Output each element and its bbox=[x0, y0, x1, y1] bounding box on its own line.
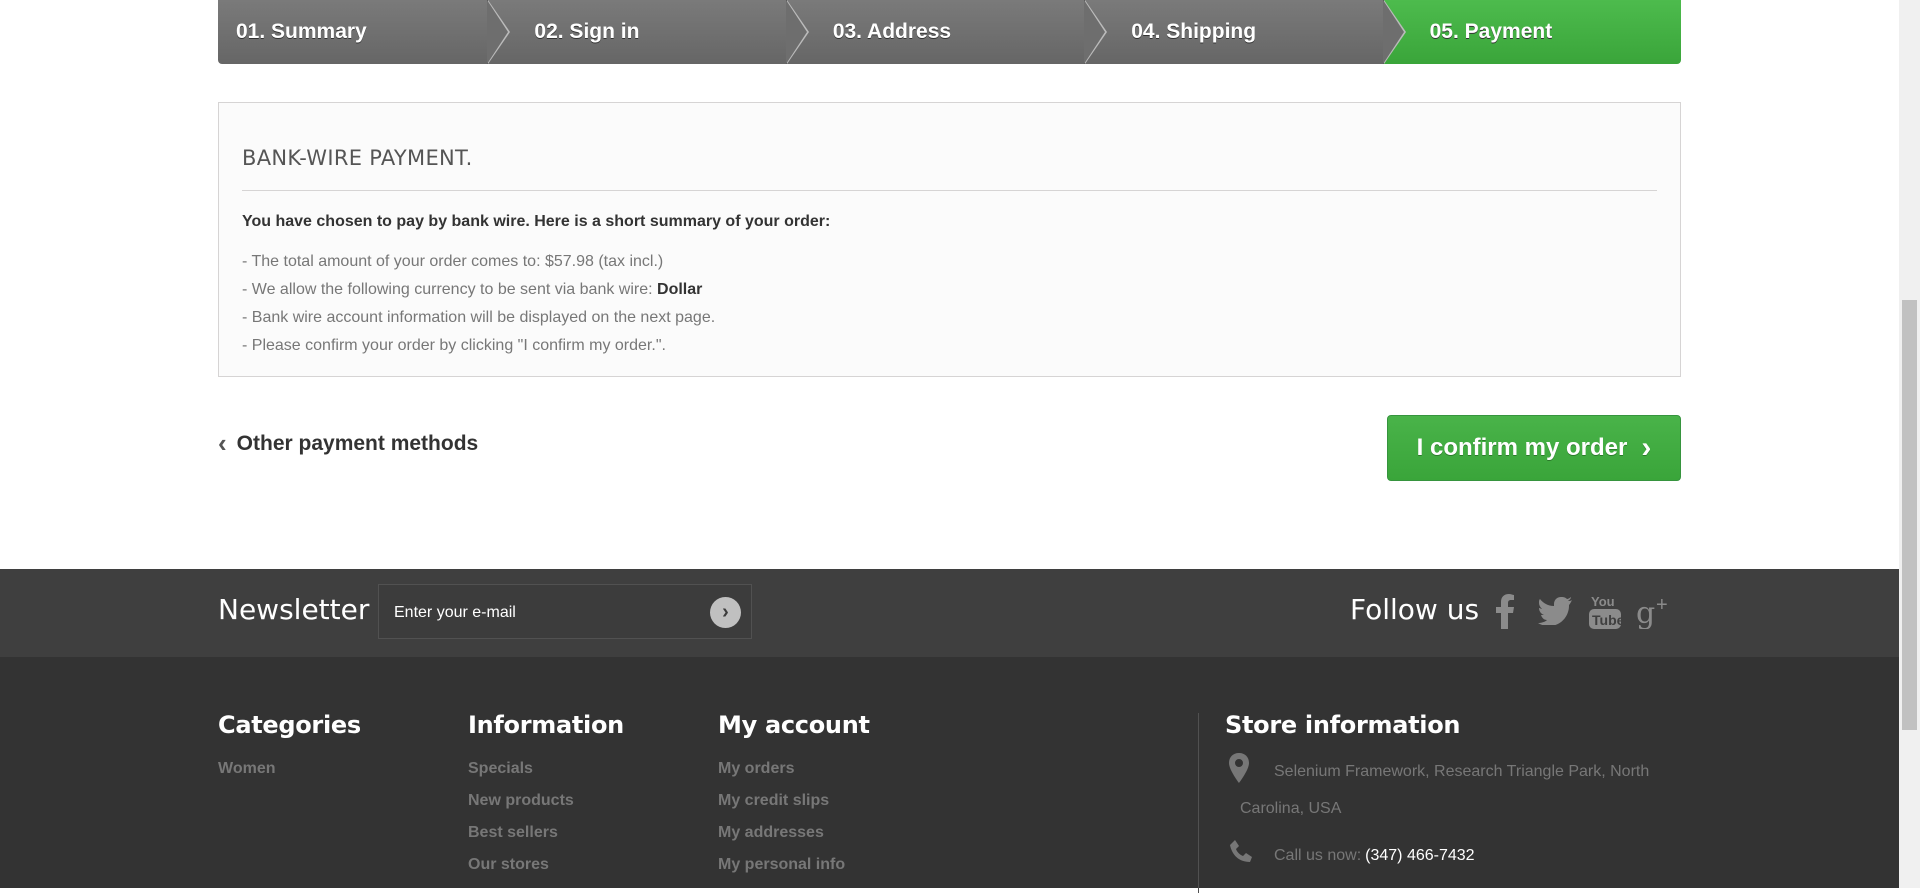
currency-value: Dollar bbox=[657, 281, 703, 298]
step-label: 01. Summary bbox=[236, 20, 367, 43]
store-divider bbox=[1198, 713, 1199, 893]
summary-confirm-line: - Please confirm your order by clicking … bbox=[242, 337, 666, 354]
footer-categories: Categories Women bbox=[218, 711, 361, 785]
footer-store-info: Store information Selenium Framework, Re… bbox=[1225, 711, 1680, 872]
twitter-icon[interactable] bbox=[1535, 591, 1575, 631]
footer-link-my-credit-slips[interactable]: My credit slips bbox=[718, 785, 870, 817]
checkout-steps: 01. Summary 02. Sign in 03. Address 04. … bbox=[218, 0, 1681, 64]
bank-wire-summary-box: BANK-WIRE PAYMENT. You have chosen to pa… bbox=[218, 102, 1681, 377]
footer-link-my-personal-info[interactable]: My personal info bbox=[718, 849, 870, 881]
back-link-label: Other payment methods bbox=[236, 431, 479, 455]
svg-text:Tube: Tube bbox=[1592, 612, 1622, 628]
chevron-right-icon: › bbox=[1641, 431, 1652, 464]
newsletter-submit-icon[interactable]: › bbox=[710, 597, 741, 628]
step-summary[interactable]: 01. Summary bbox=[218, 0, 511, 64]
footer-link-our-stores[interactable]: Our stores bbox=[468, 849, 624, 881]
footer-account-title: My account bbox=[718, 711, 870, 739]
store-address-row: Selenium Framework, Research Triangle Pa… bbox=[1225, 753, 1680, 827]
step-sign-in[interactable]: 02. Sign in bbox=[488, 0, 810, 64]
store-phone-number: (347) 466-7432 bbox=[1365, 846, 1475, 864]
phone-icon bbox=[1229, 839, 1259, 872]
currency-prefix: - We allow the following currency to be … bbox=[242, 281, 658, 298]
store-info-title: Store information bbox=[1225, 711, 1461, 739]
newsletter-email-input[interactable] bbox=[379, 585, 696, 640]
store-address: Selenium Framework, Research Triangle Pa… bbox=[1240, 763, 1650, 817]
step-payment: 05. Payment bbox=[1383, 0, 1681, 64]
call-us-label: Call us now: bbox=[1274, 846, 1362, 864]
summary-total-line: - The total amount of your order comes t… bbox=[242, 253, 664, 270]
summary-account-info-line: - Bank wire account information will be … bbox=[242, 309, 716, 326]
footer-link-new-products[interactable]: New products bbox=[468, 785, 624, 817]
confirm-order-button[interactable]: I confirm my order › bbox=[1387, 415, 1681, 481]
google-plus-icon[interactable]: g + bbox=[1635, 591, 1675, 631]
summary-currency-line: - We allow the following currency to be … bbox=[242, 276, 1657, 304]
footer-link-my-addresses[interactable]: My addresses bbox=[718, 817, 870, 849]
step-address[interactable]: 03. Address bbox=[786, 0, 1108, 64]
newsletter-strip: Newsletter › Follow us You Tube g+ bbox=[0, 569, 1899, 657]
footer-link-specials[interactable]: Specials bbox=[468, 753, 624, 785]
summary-intro: You have chosen to pay by bank wire. Her… bbox=[242, 213, 831, 230]
footer-information: Information Specials New products Best s… bbox=[468, 711, 624, 881]
svg-text:You: You bbox=[1591, 594, 1615, 609]
facebook-icon[interactable] bbox=[1485, 591, 1525, 631]
payment-title: BANK-WIRE PAYMENT. bbox=[242, 103, 1657, 191]
footer-categories-title: Categories bbox=[218, 711, 361, 739]
footer-link-women[interactable]: Women bbox=[218, 753, 361, 785]
step-label: 02. Sign in bbox=[534, 20, 640, 43]
scrollbar-thumb[interactable] bbox=[1902, 300, 1917, 730]
footer: Categories Women Information Specials Ne… bbox=[0, 657, 1899, 893]
youtube-icon[interactable]: You Tube bbox=[1585, 591, 1625, 631]
newsletter-title: Newsletter bbox=[218, 593, 370, 626]
store-phone-row: Call us now: (347) 466-7432 bbox=[1225, 839, 1680, 872]
follow-us-title: Follow us bbox=[1350, 593, 1480, 626]
step-label: 05. Payment bbox=[1429, 20, 1553, 43]
step-label: 04. Shipping bbox=[1131, 20, 1257, 43]
step-shipping[interactable]: 04. Shipping bbox=[1085, 0, 1407, 64]
step-label: 03. Address bbox=[832, 20, 952, 43]
other-payment-methods-link[interactable]: ‹ Other payment methods bbox=[218, 428, 478, 459]
confirm-label: I confirm my order bbox=[1416, 434, 1628, 461]
vertical-scrollbar[interactable] bbox=[1899, 0, 1920, 888]
newsletter-form: › bbox=[378, 584, 752, 640]
footer-my-account: My account My orders My credit slips My … bbox=[718, 711, 870, 881]
footer-link-best-sellers[interactable]: Best sellers bbox=[468, 817, 624, 849]
footer-information-title: Information bbox=[468, 711, 624, 739]
footer-link-my-orders[interactable]: My orders bbox=[718, 753, 870, 785]
svg-text:g: g bbox=[1636, 596, 1655, 629]
chevron-left-icon: ‹ bbox=[218, 428, 227, 458]
svg-text:+: + bbox=[1656, 594, 1668, 616]
